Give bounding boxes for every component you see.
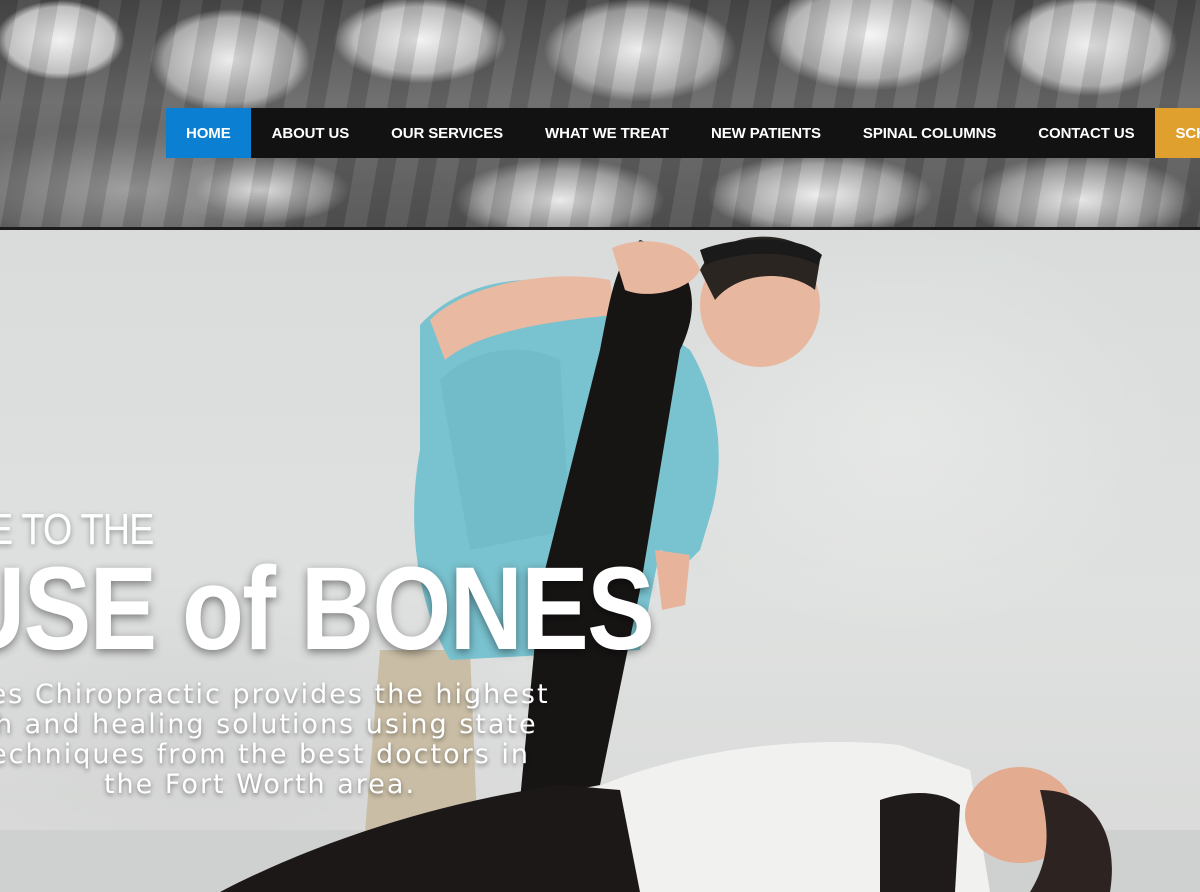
hero-text-block: E TO THE USE of BONES nes Chiropractic p… <box>0 230 1200 892</box>
nav-what-we-treat[interactable]: WHAT WE TREAT <box>524 108 690 158</box>
nav-contact-us[interactable]: CONTACT US <box>1017 108 1155 158</box>
nav-home[interactable]: HOME <box>166 108 251 158</box>
hero-description-line: the Fort Worth area. <box>103 769 417 800</box>
hero-section: E TO THE USE of BONES nes Chiropractic p… <box>0 230 1200 892</box>
hero-description-line: echniques from the best doctors in <box>0 739 530 770</box>
hero-headline: USE of BONES <box>0 543 655 675</box>
hero-description-line: th and healing solutions using state <box>0 709 538 740</box>
hero-description-line: nes Chiropractic provides the highest <box>0 679 550 710</box>
hero-description: nes Chiropractic provides the highest th… <box>0 680 610 800</box>
nav-new-patients[interactable]: NEW PATIENTS <box>690 108 842 158</box>
nav-our-services[interactable]: OUR SERVICES <box>370 108 524 158</box>
nav-spinal-columns[interactable]: SPINAL COLUMNS <box>842 108 1017 158</box>
nav-about-us[interactable]: ABOUT US <box>251 108 371 158</box>
nav-schedule-button[interactable]: SCHED <box>1155 108 1200 158</box>
main-navigation: HOME ABOUT US OUR SERVICES WHAT WE TREAT… <box>166 108 1200 158</box>
